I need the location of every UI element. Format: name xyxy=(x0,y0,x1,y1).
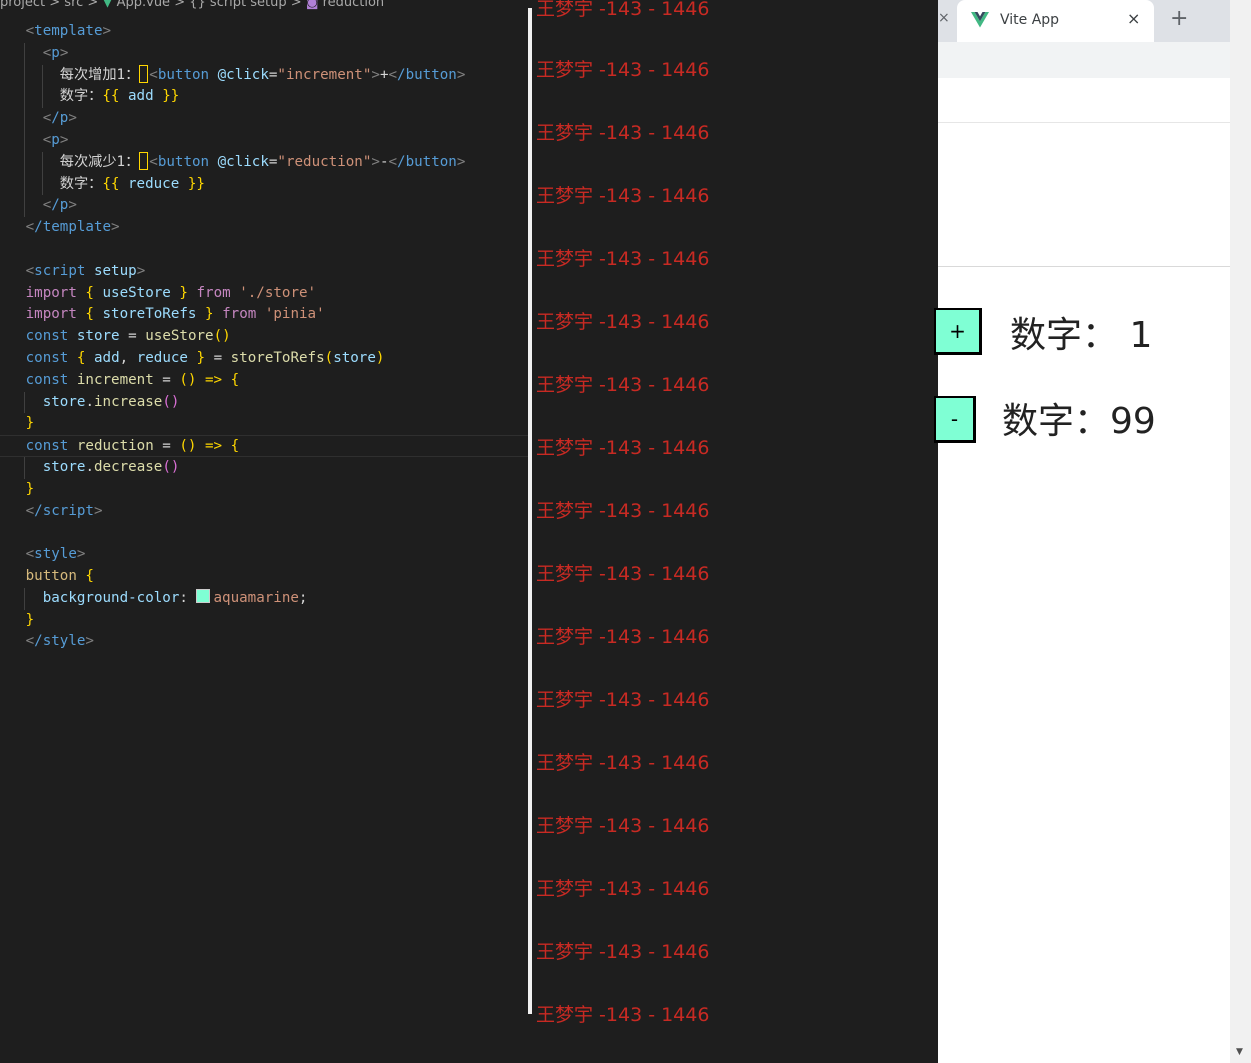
code-line: import { storeToRefs } from 'pinia' xyxy=(25,306,325,323)
watermark-text: 王梦宇 -143 - 1446 xyxy=(536,878,710,900)
tab-bar: × Vite App × + xyxy=(938,0,1230,42)
whitespace-marker xyxy=(139,151,149,170)
breadcrumb-project[interactable]: project xyxy=(0,0,45,10)
code-line: 每次增加1： <button @click="increment">+</butt… xyxy=(0,64,528,87)
divider xyxy=(938,266,1230,267)
code-line: <script setup> xyxy=(25,262,146,279)
code-line: 数字：{{ add }} xyxy=(0,86,528,109)
code-line: background-color: aquamarine; xyxy=(0,587,528,610)
watermark-text: 王梦宇 -143 - 1446 xyxy=(536,59,710,81)
watermark-text: 王梦宇 -143 - 1446 xyxy=(536,122,710,144)
breadcrumb-file[interactable]: App.vue xyxy=(117,0,170,10)
watermark-text: 王梦宇 -143 - 1446 xyxy=(536,185,710,207)
watermark-text: 王梦宇 -143 - 1446 xyxy=(536,941,710,963)
code-line: </template> xyxy=(25,219,120,236)
code-lines[interactable]: <template> <p> 每次增加1： <button @click="inc… xyxy=(0,21,528,653)
browser-window: × Vite App × + + 数字： 1 - 数字：99 ▼ xyxy=(934,0,1251,1063)
divider xyxy=(938,122,1230,123)
tab-title: Vite App xyxy=(1000,12,1060,28)
watermark-text: 王梦宇 -143 - 1446 xyxy=(536,815,710,837)
watermark-text: 王梦宇 -143 - 1446 xyxy=(536,500,710,522)
code-line: </p> xyxy=(0,108,528,130)
watermark-text: 王梦宇 -143 - 1446 xyxy=(536,311,710,333)
reduction-button[interactable]: - xyxy=(934,396,976,443)
code-line: button { xyxy=(25,567,94,584)
breadcrumb: project > src > ▼ App.vue > {} script se… xyxy=(0,0,528,16)
code-line: <template> xyxy=(25,23,112,39)
watermark-text: 王梦宇 -143 - 1446 xyxy=(536,752,710,774)
add-value-text: 数字： 1 xyxy=(1010,315,1153,356)
code-line: </p> xyxy=(0,195,528,218)
code-line-current: const reduction = () => { xyxy=(0,435,528,457)
increment-button[interactable]: + xyxy=(934,308,982,355)
code-line: const increment = () => { xyxy=(25,371,240,388)
code-line: } xyxy=(25,480,35,497)
color-swatch[interactable] xyxy=(196,588,211,603)
close-icon[interactable]: × xyxy=(938,10,950,26)
code-line: } xyxy=(25,611,35,628)
browser-toolbar xyxy=(938,42,1230,78)
vue-logo-icon xyxy=(971,12,989,28)
code-line: </script> xyxy=(25,502,103,519)
watermark-text: 王梦宇 -143 - 1446 xyxy=(536,689,710,711)
breadcrumb-symbol[interactable]: reduction xyxy=(323,0,385,10)
watermark-text: 王梦宇 -143 - 1446 xyxy=(536,563,710,585)
code-line: <p> xyxy=(0,42,528,65)
code-line: store.decrease() xyxy=(0,456,528,479)
scroll-down-arrow-icon[interactable]: ▼ xyxy=(1236,1047,1243,1057)
braces-icon: {} xyxy=(189,0,210,10)
code-line: <p> xyxy=(0,129,528,152)
code-line: <style> xyxy=(25,546,86,563)
watermark-text: 王梦宇 -143 - 1446 xyxy=(536,626,710,648)
watermark-text: 王梦宇 -143 - 1446 xyxy=(536,374,710,396)
method-icon: ◙ xyxy=(305,0,323,10)
code-line: const { add, reduce } = storeToRefs(stor… xyxy=(25,349,385,366)
breadcrumb-section[interactable]: script setup xyxy=(210,0,287,10)
code-line: import { useStore } from './store' xyxy=(25,284,317,301)
new-tab-icon[interactable]: + xyxy=(1170,6,1188,31)
code-line: </style> xyxy=(25,633,94,650)
close-icon[interactable]: × xyxy=(1127,9,1140,28)
reduce-value-text: 数字：99 xyxy=(1002,401,1156,442)
tab-vite-app[interactable]: Vite App × xyxy=(957,0,1154,42)
code-line: 数字：{{ reduce }} xyxy=(0,173,528,196)
vue-file-icon: ▼ xyxy=(102,0,117,10)
watermark-text: 王梦宇 -143 - 1446 xyxy=(536,1004,710,1026)
code-line: const store = useStore() xyxy=(25,328,231,345)
breadcrumb-src[interactable]: src xyxy=(64,0,83,10)
page-scrollbar[interactable]: ▼ xyxy=(1230,0,1251,1063)
code-line: } xyxy=(25,415,35,432)
watermark-column: 王梦宇 -143 - 1446 王梦宇 -143 - 1446 王梦宇 -143… xyxy=(532,0,938,1063)
watermark-text: 王梦宇 -143 - 1446 xyxy=(536,248,710,270)
code-editor[interactable]: project > src > ▼ App.vue > {} script se… xyxy=(0,0,528,1063)
whitespace-marker xyxy=(139,64,149,83)
watermark-text: 王梦宇 -143 - 1446 xyxy=(536,0,710,20)
code-line: 每次减少1： <button @click="reduction">-</butt… xyxy=(0,151,528,174)
code-line: store.increase() xyxy=(0,391,528,414)
watermark-text: 王梦宇 -143 - 1446 xyxy=(536,437,710,459)
